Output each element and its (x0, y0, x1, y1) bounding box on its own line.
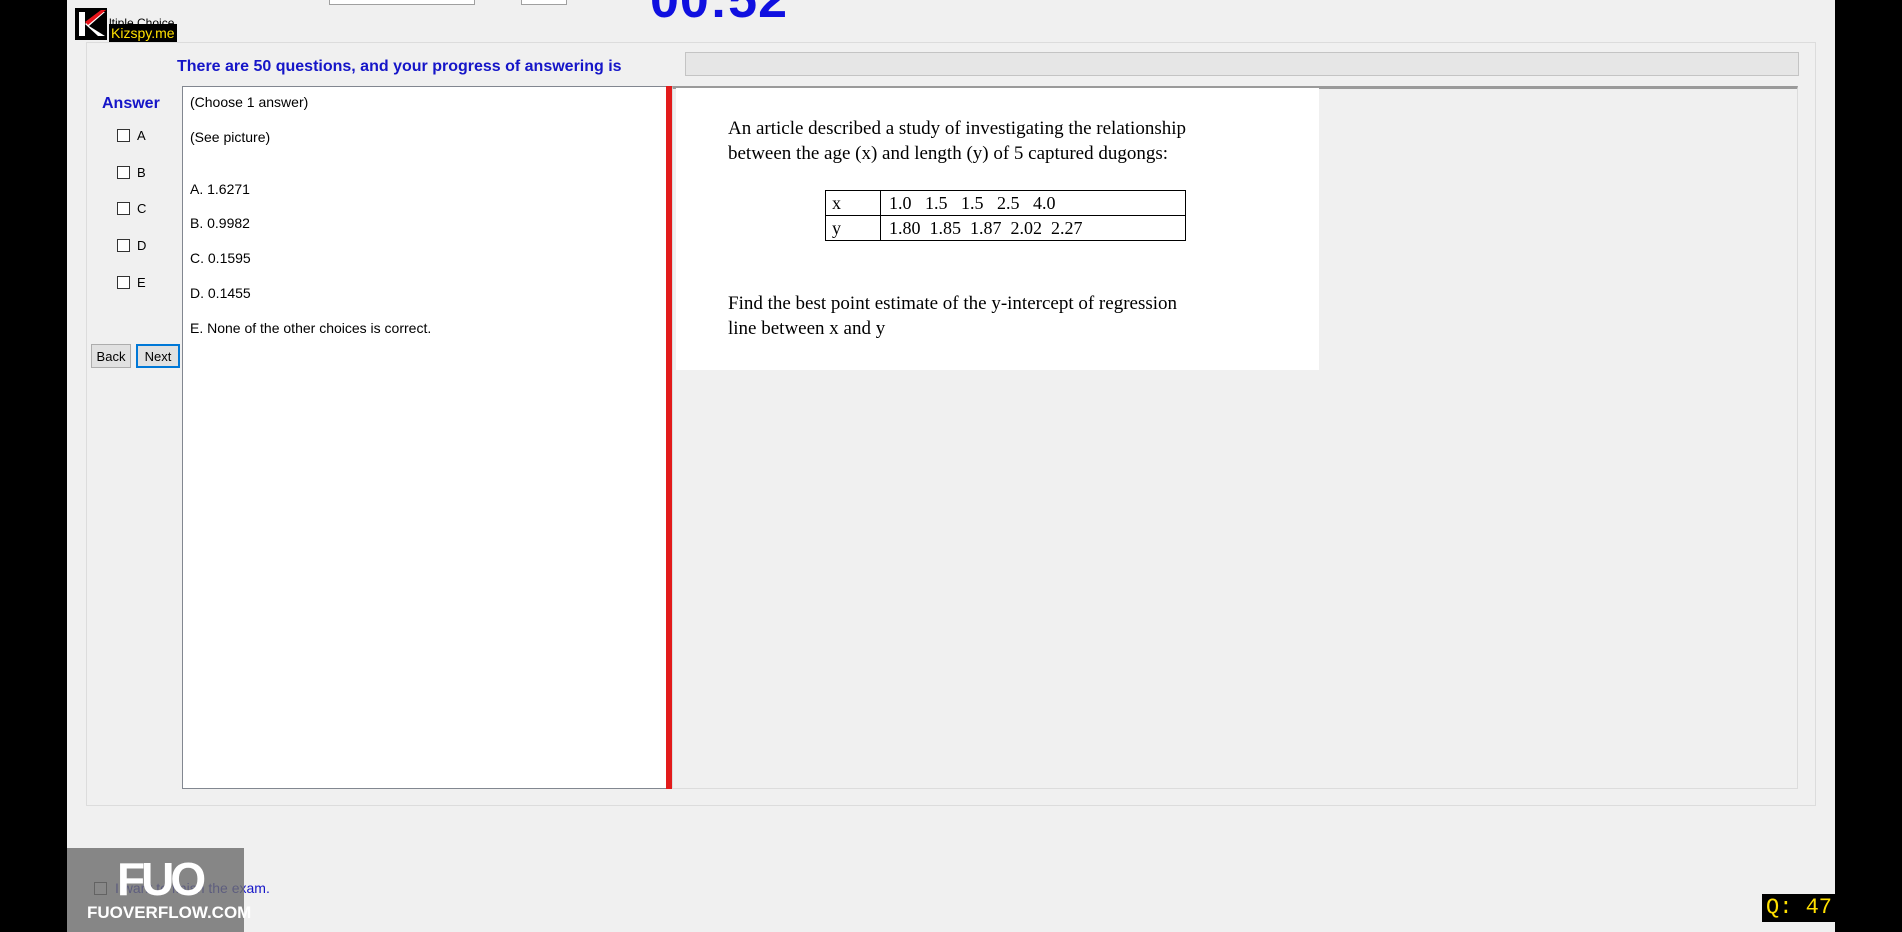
choice-b: B. 0.9982 (190, 215, 250, 231)
figure-intro-line1: An article described a study of investig… (728, 118, 1186, 139)
top-dropdown[interactable] (329, 0, 475, 5)
figure-prompt-line1: Find the best point estimate of the y-in… (728, 293, 1178, 314)
question-text-panel[interactable]: (Choose 1 answer) (See picture) A. 1.627… (182, 86, 666, 789)
countdown-timer: 00:52 (650, 0, 788, 29)
choice-c: C. 0.1595 (190, 250, 251, 266)
option-label-c: C (137, 200, 147, 216)
data-table: x 1.0 1.5 1.5 2.5 4.0 y 1.80 1.85 1.87 2… (825, 190, 1186, 241)
answer-option-e[interactable]: E (117, 274, 146, 290)
answer-option-c[interactable]: C (117, 200, 146, 216)
figure-prompt-line2: line between x and y (728, 318, 886, 339)
fuo-site-text: FUOVERFLOW.COM (87, 903, 252, 922)
option-label-d: D (137, 237, 147, 253)
checkbox-b[interactable] (117, 165, 130, 179)
checkbox-d[interactable] (117, 238, 130, 252)
progress-bar (685, 52, 1799, 76)
row-values-x: 1.0 1.5 1.5 2.5 4.0 (880, 190, 1186, 216)
question-see-picture: (See picture) (190, 129, 271, 145)
row-values-y: 1.80 1.85 1.87 2.02 2.27 (880, 215, 1186, 241)
answer-title: Answer (102, 95, 160, 112)
row-label-x: x (825, 190, 881, 216)
exam-window: 00:52 ltiple Choice Kizspy.me There are … (67, 0, 1835, 932)
choice-d: D. 0.1455 (190, 285, 251, 301)
checkbox-c[interactable] (117, 201, 130, 215)
question-picture: An article described a study of investig… (676, 88, 1319, 370)
checkbox-a[interactable] (117, 128, 130, 142)
table-row-x: x 1.0 1.5 1.5 2.5 4.0 (825, 190, 1186, 216)
checkbox-e[interactable] (117, 275, 130, 289)
choice-e: E. None of the other choices is correct. (190, 320, 432, 336)
row-label-y: y (825, 215, 881, 241)
table-row-y: y 1.80 1.85 1.87 2.02 2.27 (825, 215, 1186, 241)
top-spinner[interactable] (521, 0, 567, 5)
answer-option-b[interactable]: B (117, 164, 146, 180)
option-label-a: A (137, 127, 146, 143)
back-button[interactable]: Back (91, 344, 131, 368)
answer-option-d[interactable]: D (117, 237, 146, 253)
k-logo-icon (75, 8, 107, 40)
next-button[interactable]: Next (136, 344, 180, 368)
question-instruction: (Choose 1 answer) (190, 94, 309, 110)
fuo-logo-text: FUO (117, 853, 206, 905)
progress-label: There are 50 questions, and your progres… (177, 58, 622, 75)
fuo-watermark: FUO FUOVERFLOW.COM (67, 848, 251, 932)
answer-option-a[interactable]: A (117, 127, 146, 143)
watermark-brand: Kizspy.me (109, 24, 177, 42)
option-label-e: E (137, 274, 146, 290)
question-counter: Q: 47 (1762, 894, 1837, 922)
choice-a: A. 1.6271 (190, 181, 250, 197)
figure-intro-line2: between the age (x) and length (y) of 5 … (728, 143, 1169, 164)
option-label-b: B (137, 164, 146, 180)
